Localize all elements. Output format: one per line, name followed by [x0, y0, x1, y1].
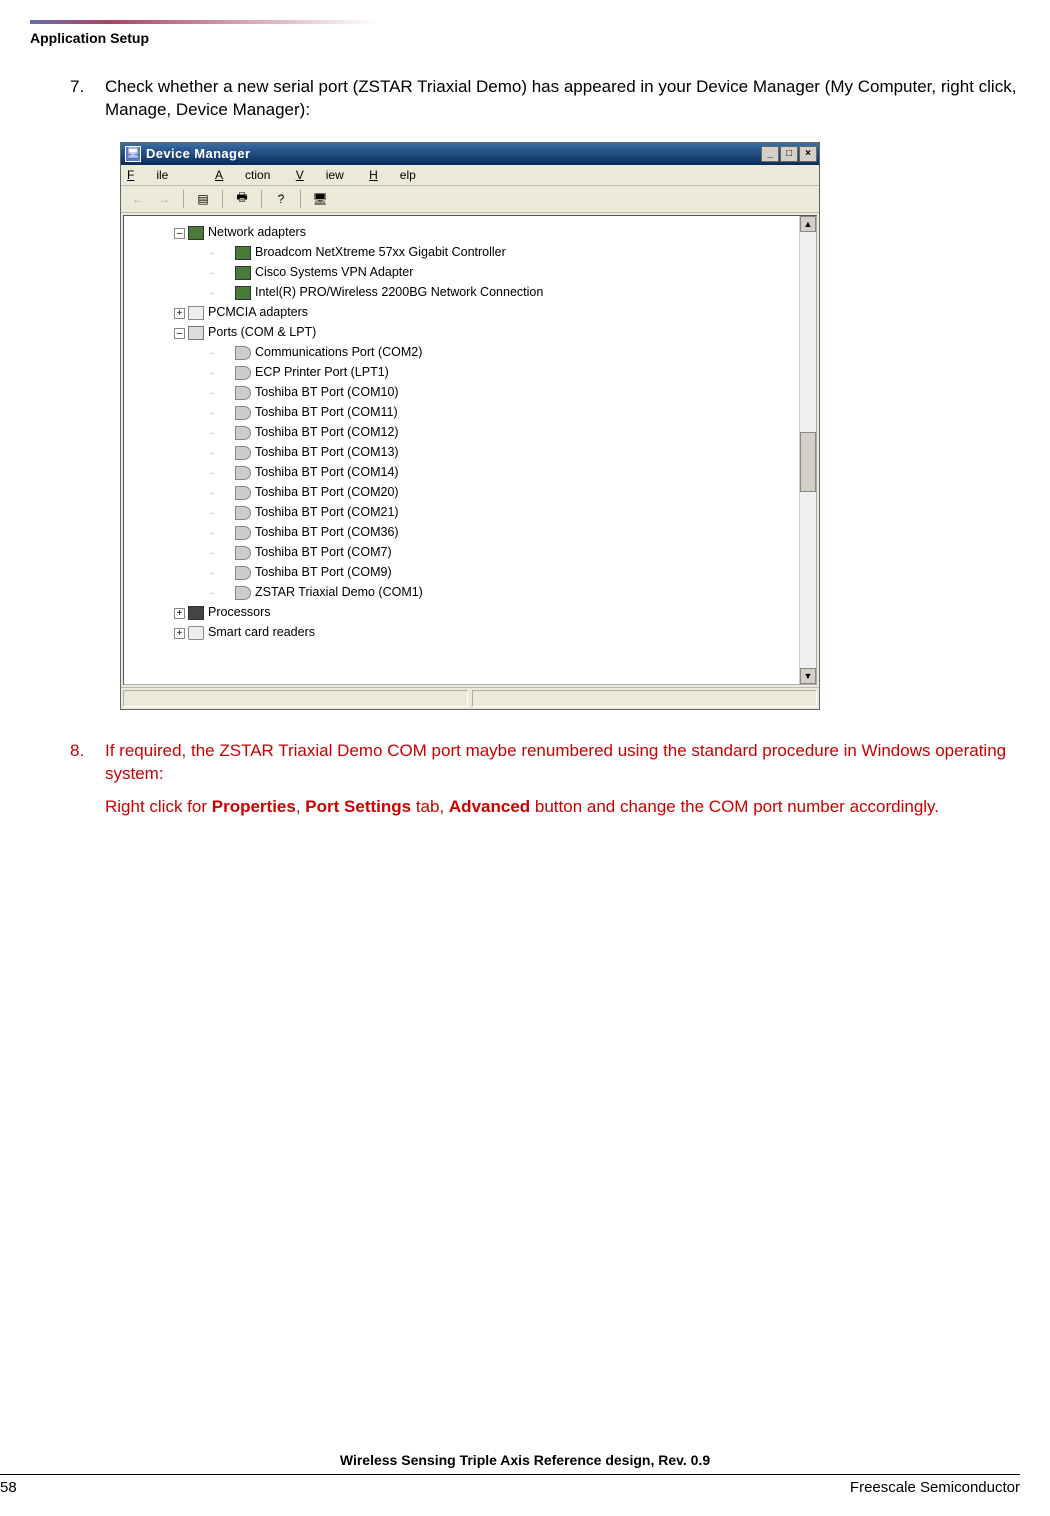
tree-leaf[interactable]: ┈Toshiba BT Port (COM14) [210, 462, 793, 482]
tree-node-smartcard[interactable]: +Smart card readers [174, 622, 793, 642]
scroll-thumb[interactable] [800, 432, 816, 492]
scroll-up-button[interactable]: ▲ [800, 216, 816, 232]
tree-leaf[interactable]: ┈Toshiba BT Port (COM11) [210, 402, 793, 422]
tree-node-ports[interactable]: –Ports (COM & LPT) [174, 322, 793, 342]
step-7: 7. Check whether a new serial port (ZSTA… [70, 76, 1020, 122]
step-number: 7. [70, 76, 105, 122]
menu-view[interactable]: View [296, 168, 344, 182]
tree-node-network-adapters[interactable]: –Network adapters [174, 222, 793, 242]
menu-action[interactable]: Action [215, 168, 270, 182]
tree-leaf[interactable]: ┈Toshiba BT Port (COM20) [210, 482, 793, 502]
step-8-line2: Right click for Properties, Port Setting… [105, 796, 1020, 819]
status-cell [123, 690, 468, 707]
tree-leaf[interactable]: ┈Toshiba BT Port (COM12) [210, 422, 793, 442]
help-button[interactable]: ? [270, 189, 292, 209]
tree-node-pcmcia[interactable]: +PCMCIA adapters [174, 302, 793, 322]
minimize-button[interactable]: _ [761, 146, 779, 162]
section-title: Application Setup [30, 30, 1050, 46]
page-footer: Wireless Sensing Triple Axis Reference d… [0, 1452, 1050, 1496]
forward-button[interactable]: → [153, 189, 175, 209]
instruction-list-continued: 8. If required, the ZSTAR Triaxial Demo … [70, 740, 1020, 819]
vertical-scrollbar[interactable]: ▲ ▼ [799, 216, 816, 684]
tree-node-processors[interactable]: +Processors [174, 602, 793, 622]
tree-leaf[interactable]: ┈Broadcom NetXtreme 57xx Gigabit Control… [210, 242, 793, 262]
tree-leaf[interactable]: ┈Toshiba BT Port (COM36) [210, 522, 793, 542]
tree-leaf[interactable]: ┈Intel(R) PRO/Wireless 2200BG Network Co… [210, 282, 793, 302]
print-button[interactable]: 🖶 [231, 189, 253, 209]
status-cell [472, 690, 817, 707]
scroll-track[interactable] [800, 232, 816, 668]
tree-leaf[interactable]: ┈ECP Printer Port (LPT1) [210, 362, 793, 382]
menu-help[interactable]: Help [369, 168, 416, 182]
tree-leaf[interactable]: ┈Toshiba BT Port (COM9) [210, 562, 793, 582]
step-text: Check whether a new serial port (ZSTAR T… [105, 76, 1020, 122]
device-tree: –Network adapters ┈Broadcom NetXtreme 57… [123, 215, 817, 685]
tree-leaf[interactable]: ┈Toshiba BT Port (COM21) [210, 502, 793, 522]
menubar: File Action View Help [121, 165, 819, 186]
tree-leaf[interactable]: ┈Cisco Systems VPN Adapter [210, 262, 793, 282]
tree-leaf[interactable]: ┈Communications Port (COM2) [210, 342, 793, 362]
scan-button[interactable]: 🖥 [309, 189, 331, 209]
header-gradient-bar [30, 20, 1020, 24]
window-icon: 🖥 [125, 146, 141, 162]
close-button[interactable]: × [799, 146, 817, 162]
window-titlebar[interactable]: 🖥 Device Manager _ □ × [121, 143, 819, 165]
instruction-list: 7. Check whether a new serial port (ZSTA… [70, 76, 1020, 122]
tree-leaf[interactable]: ┈Toshiba BT Port (COM10) [210, 382, 793, 402]
step-8-line1: If required, the ZSTAR Triaxial Demo COM… [105, 740, 1020, 786]
toolbar: ← → ▤ 🖶 ? 🖥 [121, 186, 819, 213]
menu-file[interactable]: File [127, 168, 190, 182]
tree-leaf[interactable]: ┈ZSTAR Triaxial Demo (COM1) [210, 582, 793, 602]
back-button[interactable]: ← [127, 189, 149, 209]
status-bar [121, 687, 819, 709]
page-number: 58 [0, 1479, 17, 1496]
maximize-button[interactable]: □ [780, 146, 798, 162]
footer-doc-title: Wireless Sensing Triple Axis Reference d… [0, 1452, 1050, 1468]
tree-leaf[interactable]: ┈Toshiba BT Port (COM7) [210, 542, 793, 562]
step-8: 8. If required, the ZSTAR Triaxial Demo … [70, 740, 1020, 819]
device-manager-window: 🖥 Device Manager _ □ × File Action View … [120, 142, 820, 710]
step-number: 8. [70, 740, 105, 819]
tree-leaf[interactable]: ┈Toshiba BT Port (COM13) [210, 442, 793, 462]
properties-button[interactable]: ▤ [192, 189, 214, 209]
step-text: If required, the ZSTAR Triaxial Demo COM… [105, 740, 1020, 819]
window-title: Device Manager [146, 146, 761, 161]
footer-company: Freescale Semiconductor [850, 1479, 1020, 1496]
scroll-down-button[interactable]: ▼ [800, 668, 816, 684]
